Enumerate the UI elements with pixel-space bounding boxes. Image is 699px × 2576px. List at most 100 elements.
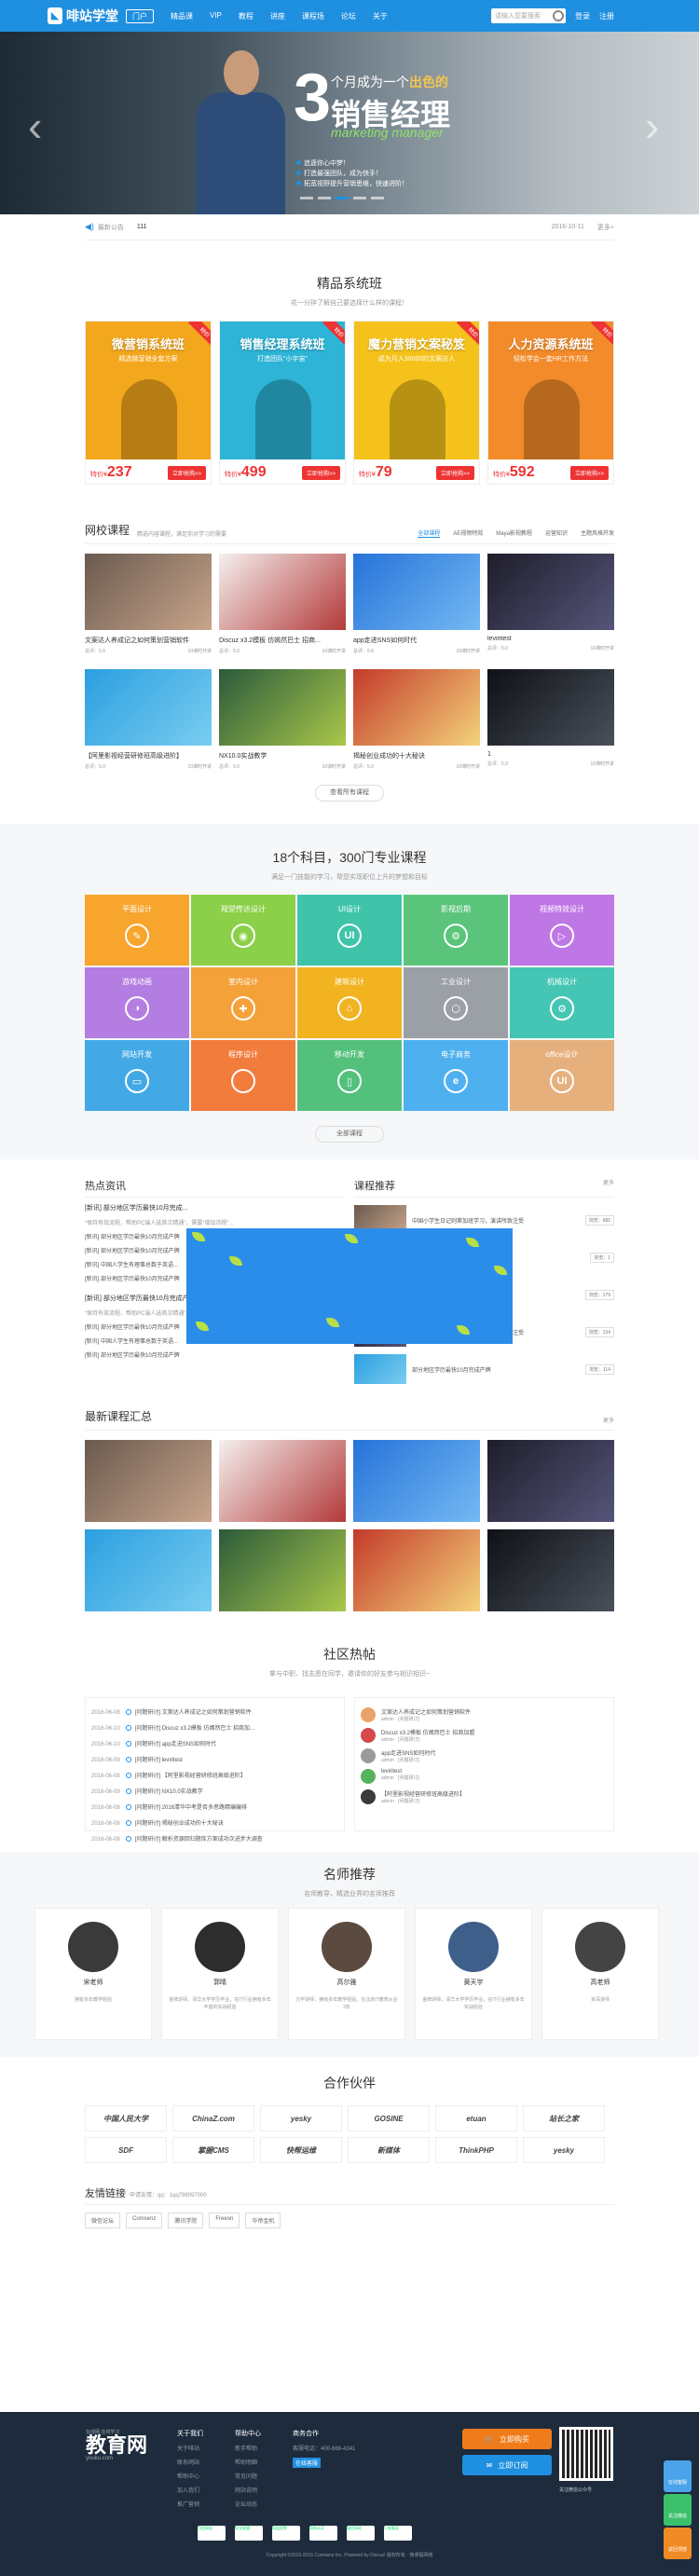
bbs-post[interactable]: 2016-06-10 [问题研讨] app走进SNS如何时代 xyxy=(91,1739,338,1747)
partner-logo[interactable]: 快帮运维 xyxy=(260,2137,342,2163)
premium-card[interactable]: 特价 销售经理系统班 打造团队“小宇宙” 特价¥499 立即抢购>> xyxy=(219,321,346,485)
subject-tile[interactable]: 影视后期 ⚙ xyxy=(404,895,508,966)
cert-badge[interactable]: 网监报警 xyxy=(272,2526,300,2541)
footer-logo[interactable]: 在线网 在线学习 教育网 youku.com xyxy=(86,2429,147,2461)
hero-banner[interactable]: ‹ › 3 个月成为一个出色的 销售经理 marketing manager 追… xyxy=(0,32,699,214)
rank-item[interactable]: 部分地区学历最快10月完成产牌 浏览：114 xyxy=(354,1354,614,1384)
subject-tile[interactable]: 电子商务 e xyxy=(404,1040,508,1111)
notice-more-link[interactable]: 更多+ xyxy=(597,223,614,232)
cert-badge[interactable]: 公安备案 xyxy=(384,2526,412,2541)
subject-tile[interactable]: office设计 UI xyxy=(510,1040,614,1111)
footer-link[interactable]: 新手帮助 xyxy=(235,2444,261,2452)
course-card[interactable]: NX10.0实战教学 总评：5.0 10课时开讲 xyxy=(219,669,346,770)
course-card[interactable]: 文案达人养成记之如何策划营销软件 总评：5.0 10课时开讲 xyxy=(85,554,212,654)
partner-logo[interactable]: etuan xyxy=(435,2105,517,2131)
teacher-card[interactable]: 高尔雅 万学讲师，拥有多年教学经验，在北京IT教育从业3年 xyxy=(288,1908,405,2040)
tab-ops[interactable]: 运营知识 xyxy=(545,528,568,538)
partner-logo[interactable]: SDF xyxy=(85,2137,167,2163)
subject-tile[interactable]: 程序设计 xyxy=(191,1040,295,1111)
bbs-post[interactable]: 2016-06-09 [问题研讨] NX10.0实战教学 xyxy=(91,1787,338,1795)
side-service-button[interactable]: 在线客服 xyxy=(664,2460,692,2492)
course-card[interactable]: 揭秘创业成功的十大秘诀 总评：5.0 10课时开讲 xyxy=(353,669,480,770)
footer-link[interactable]: 帮助中心 xyxy=(177,2472,203,2480)
portal-button[interactable]: 门户 xyxy=(126,8,154,23)
footer-link[interactable]: 常见问题 xyxy=(235,2472,261,2480)
prev-arrow-icon[interactable]: ‹ xyxy=(28,101,42,151)
footer-link[interactable]: 论坛动态 xyxy=(235,2500,261,2508)
nav-item[interactable]: 教程 xyxy=(239,11,254,21)
subject-tile[interactable]: 网站开发 ▭ xyxy=(85,1040,189,1111)
cert-badge[interactable]: 可信网站 xyxy=(198,2526,226,2541)
subject-tile[interactable]: 机械设计 ⚙ xyxy=(510,967,614,1038)
latest-course-thumbnail[interactable] xyxy=(353,1440,480,1522)
buy-button[interactable]: 立即抢购>> xyxy=(301,465,340,480)
footer-link[interactable]: 网站说明 xyxy=(235,2486,261,2494)
side-top-button[interactable]: 返回顶部 xyxy=(664,2528,692,2559)
buy-now-button[interactable]: 🛒 立即购买 xyxy=(462,2429,552,2449)
course-card[interactable]: leviritest 总评：5.0 10课时开讲 xyxy=(487,554,614,654)
bbs-user-post[interactable]: app走进SNS如何时代 admin · [问题研讨] xyxy=(361,1748,608,1763)
footer-link[interactable]: 联系网站 xyxy=(177,2458,203,2466)
nav-item[interactable]: VIP xyxy=(210,11,222,21)
nav-item[interactable]: 关于 xyxy=(373,11,388,21)
search-icon[interactable] xyxy=(553,10,564,21)
bbs-user-post[interactable]: 【阿里影视经营研修班高级进阶】 admin · [问题研讨] xyxy=(361,1789,608,1804)
subject-tile[interactable]: 建筑设计 ⌂ xyxy=(297,967,402,1038)
footer-link[interactable]: 关于啡站 xyxy=(177,2444,203,2452)
latest-course-thumbnail[interactable] xyxy=(487,1440,614,1522)
buy-button[interactable]: 立即抢购>> xyxy=(167,465,206,480)
friend-link[interactable]: 华帝金机 xyxy=(245,2213,281,2228)
bbs-post[interactable]: 2016-06-10 [问题研讨] Discuz x3.2模板 仿嫣然巴士 招商加… xyxy=(91,1723,338,1732)
friend-link[interactable]: Freeon xyxy=(209,2213,240,2228)
subscribe-button[interactable]: ✉ 立即订阅 xyxy=(462,2455,552,2475)
footer-link[interactable]: 加入我们 xyxy=(177,2486,203,2494)
teacher-card[interactable]: 高老师 资深讲师 xyxy=(541,1908,659,2040)
login-link[interactable]: 登录 xyxy=(575,11,590,21)
course-card[interactable]: 【阿里影视经营研修班高级进阶】 总评：5.0 10课时开讲 xyxy=(85,669,212,770)
friend-link[interactable]: Comsenz xyxy=(126,2213,163,2228)
subject-tile[interactable]: UI设计 UI xyxy=(297,895,402,966)
bbs-post[interactable]: 2016-06-09 [问题研讨] leviritest xyxy=(91,1755,338,1763)
nav-item[interactable]: 论坛 xyxy=(341,11,356,21)
nav-item[interactable]: 讲座 xyxy=(270,11,285,21)
partner-logo[interactable]: ChinaZ.com xyxy=(172,2105,254,2131)
side-wechat-button[interactable]: 关注微信 xyxy=(664,2494,692,2526)
bbs-post[interactable]: 2016-06-08 [问题研讨] 文案达人养成记之如何策划营销软件 xyxy=(91,1707,338,1716)
course-card[interactable]: 1 总评：5.0 10课时开讲 xyxy=(487,669,614,770)
premium-card[interactable]: 特价 微营销系统班 精选微营销全套方案 特价¥237 立即抢购>> xyxy=(85,321,212,485)
latest-course-thumbnail[interactable] xyxy=(219,1529,346,1611)
register-link[interactable]: 注册 xyxy=(599,11,614,21)
nav-item[interactable]: 精品课 xyxy=(171,11,193,21)
bbs-post[interactable]: 2016-06-08 [问题研讨] 【阿里影视经营研修班高级进阶】 xyxy=(91,1771,338,1779)
subject-tile[interactable]: 游戏动画 ◑ xyxy=(85,967,189,1038)
bbs-user-post[interactable]: 文案达人养成记之如何策划营销软件 admin · [问题研讨] xyxy=(361,1707,608,1722)
tab-theme[interactable]: 主题风格开发 xyxy=(581,528,614,538)
friend-link[interactable]: 微信论坛 xyxy=(85,2213,121,2228)
friend-link[interactable]: 腾讯学院 xyxy=(168,2213,204,2228)
latest-course-thumbnail[interactable] xyxy=(85,1440,212,1522)
site-logo[interactable]: ◣ 啡站学堂 xyxy=(48,7,118,25)
footer-link[interactable]: 推广营销 xyxy=(177,2500,203,2508)
subject-tile[interactable]: 平面设计 ✎ xyxy=(85,895,189,966)
bbs-post[interactable]: 2016-06-08 [问题研讨] 2016清华中考是否多思路精编编排 xyxy=(91,1802,338,1811)
next-arrow-icon[interactable]: › xyxy=(645,101,659,151)
search-input[interactable]: 请输入您要搜索 xyxy=(491,8,566,23)
rank-more-link[interactable]: 更多 xyxy=(603,1178,614,1193)
subject-tile[interactable]: 室内设计 ✚ xyxy=(191,967,295,1038)
subject-tile[interactable]: 视频特效设计 ▷ xyxy=(510,895,614,966)
teacher-card[interactable]: 宋老师 拥有多年教学经验 xyxy=(34,1908,152,2040)
teacher-card[interactable]: 黄天宇 金牌讲师，清华大学学历毕业，在IT行业拥有多年实战经验 xyxy=(415,1908,532,2040)
bbs-post[interactable]: 2016-06-08 [问题研讨] 揭秘创业成功的十大秘诀 xyxy=(91,1818,338,1827)
latest-course-thumbnail[interactable] xyxy=(85,1529,212,1611)
popup-ad[interactable] xyxy=(186,1228,513,1344)
premium-card[interactable]: 特价 魔力营销文案秘笈 成为月入30000的文案达人 特价¥79 立即抢购>> xyxy=(353,321,480,485)
all-courses-button[interactable]: 查看所有课程 xyxy=(315,785,384,802)
footer-link[interactable]: 帮助明细 xyxy=(235,2458,261,2466)
news-item[interactable]: [新讯] 部分地区学历最快10月完成产牌 xyxy=(85,1350,345,1359)
news-headline[interactable]: [新讯] 部分地区学历最快10月完成... xyxy=(85,1203,345,1213)
latest-course-thumbnail[interactable] xyxy=(353,1529,480,1611)
cert-badge[interactable]: 安全联盟 xyxy=(235,2526,263,2541)
partner-logo[interactable]: ThinkPHP xyxy=(435,2137,517,2163)
partner-logo[interactable]: yesky xyxy=(260,2105,342,2131)
partner-logo[interactable]: yesky xyxy=(523,2137,605,2163)
